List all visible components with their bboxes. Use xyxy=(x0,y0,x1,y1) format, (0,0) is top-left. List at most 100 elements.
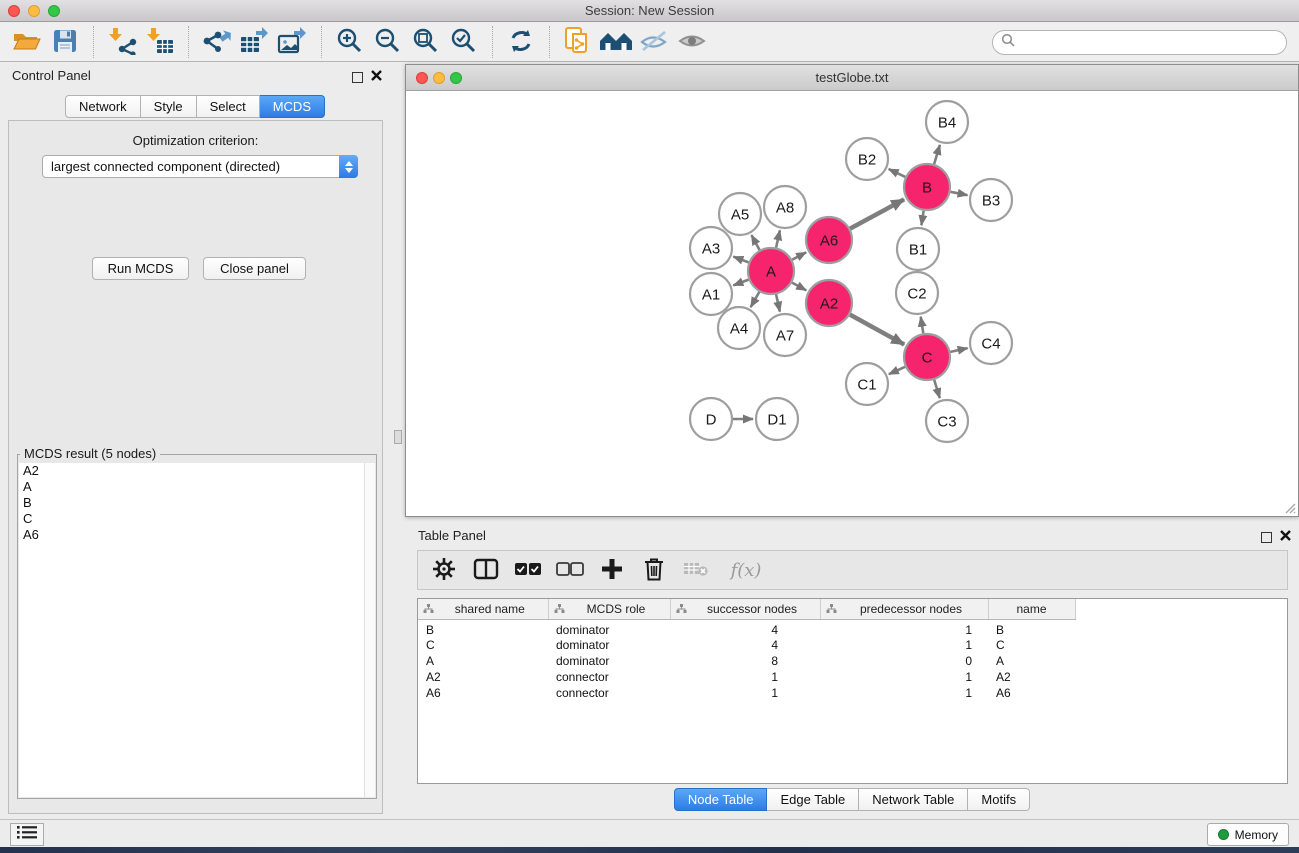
result-list-item[interactable]: A xyxy=(19,479,375,495)
export-network-button[interactable] xyxy=(198,26,236,58)
zoom-fit-button[interactable] xyxy=(407,26,445,58)
run-mcds-button[interactable]: Run MCDS xyxy=(92,257,189,280)
edge-A2-C[interactable] xyxy=(850,315,904,345)
show-graphics-button[interactable] xyxy=(673,26,711,58)
table-row[interactable]: Cdominator41C xyxy=(418,637,1075,653)
table-cell[interactable]: 1 xyxy=(820,669,988,685)
column-header-mcds-role[interactable]: MCDS role xyxy=(548,599,670,619)
import-network-button[interactable] xyxy=(103,26,141,58)
tab-select[interactable]: Select xyxy=(197,95,260,118)
table-cell[interactable]: B xyxy=(988,619,1075,637)
edge-B-B1[interactable] xyxy=(921,211,923,225)
split-divider-handle[interactable] xyxy=(394,430,402,444)
column-header-predecessor-nodes[interactable]: predecessor nodes xyxy=(820,599,988,619)
column-header-name[interactable]: name xyxy=(988,599,1075,619)
close-panel-button[interactable]: Close panel xyxy=(203,257,306,280)
table-cell[interactable]: C xyxy=(418,637,548,653)
table-cell[interactable]: 8 xyxy=(670,653,820,669)
result-list-item[interactable]: A2 xyxy=(19,463,375,479)
deselect-all-button[interactable] xyxy=(556,555,584,585)
float-panel-icon[interactable] xyxy=(1261,532,1272,543)
edge-A-A3[interactable] xyxy=(733,257,748,263)
table-settings-button[interactable] xyxy=(430,555,458,585)
close-panel-icon[interactable] xyxy=(371,68,382,86)
tab-motifs[interactable]: Motifs xyxy=(968,788,1030,811)
edge-A-A4[interactable] xyxy=(751,292,760,307)
table-cell[interactable]: 1 xyxy=(820,637,988,653)
edge-A-A2[interactable] xyxy=(792,283,806,291)
table-cell[interactable]: A2 xyxy=(988,669,1075,685)
edge-B-B2[interactable] xyxy=(889,169,906,177)
tab-node-table[interactable]: Node Table xyxy=(674,788,768,811)
task-history-button[interactable] xyxy=(10,823,44,846)
table-cell[interactable]: C xyxy=(988,637,1075,653)
table-cell[interactable]: A xyxy=(988,653,1075,669)
table-cell[interactable]: 1 xyxy=(670,685,820,701)
edge-A-A5[interactable] xyxy=(752,235,760,250)
resize-grip-icon[interactable] xyxy=(1282,500,1296,514)
tab-style[interactable]: Style xyxy=(141,95,197,118)
edge-C-C2[interactable] xyxy=(921,317,924,334)
table-cell[interactable]: A6 xyxy=(988,685,1075,701)
table-cell[interactable]: connector xyxy=(548,669,670,685)
table-cell[interactable]: A xyxy=(418,653,548,669)
show-columns-button[interactable] xyxy=(472,555,500,585)
network-overview-button[interactable] xyxy=(559,26,597,58)
edge-A-A8[interactable] xyxy=(776,230,780,247)
refresh-button[interactable] xyxy=(502,26,540,58)
tab-edge-table[interactable]: Edge Table xyxy=(767,788,859,811)
list-scrollbar[interactable] xyxy=(364,463,375,797)
tab-network[interactable]: Network xyxy=(65,95,141,118)
table-cell[interactable]: 4 xyxy=(670,637,820,653)
table-cell[interactable]: 0 xyxy=(820,653,988,669)
table-cell[interactable]: connector xyxy=(548,685,670,701)
table-row[interactable]: Bdominator41B xyxy=(418,619,1075,637)
create-column-button[interactable] xyxy=(598,555,626,585)
delete-table-button[interactable] xyxy=(682,555,710,585)
export-image-button[interactable] xyxy=(274,26,312,58)
edge-A-A7[interactable] xyxy=(776,294,780,311)
table-cell[interactable]: A2 xyxy=(418,669,548,685)
network-canvas[interactable]: B4B2BB3A5A8A6B1A3AA1C2A2A4A7C4CC1C3DD1 xyxy=(406,91,1298,516)
edge-A-A1[interactable] xyxy=(733,280,748,286)
save-session-button[interactable] xyxy=(46,26,84,58)
table-cell[interactable]: 4 xyxy=(670,619,820,637)
table-row[interactable]: A2connector11A2 xyxy=(418,669,1075,685)
table-cell[interactable]: dominator xyxy=(548,619,670,637)
open-session-button[interactable] xyxy=(8,26,46,58)
table-cell[interactable]: 1 xyxy=(820,619,988,637)
search-input[interactable] xyxy=(1020,34,1278,51)
edge-B-B3[interactable] xyxy=(951,192,968,195)
delete-column-button[interactable] xyxy=(640,555,668,585)
zoom-in-button[interactable] xyxy=(331,26,369,58)
column-header-shared-name[interactable]: shared name xyxy=(418,599,548,619)
function-builder-button[interactable]: f(x) xyxy=(724,555,768,585)
table-cell[interactable]: dominator xyxy=(548,653,670,669)
edge-C-C3[interactable] xyxy=(934,380,940,398)
zoom-out-button[interactable] xyxy=(369,26,407,58)
table-cell[interactable]: 1 xyxy=(670,669,820,685)
home-view-button[interactable] xyxy=(597,26,635,58)
tab-mcds[interactable]: MCDS xyxy=(260,95,325,118)
edge-C-C1[interactable] xyxy=(889,367,905,374)
result-list-item[interactable]: A6 xyxy=(19,527,375,543)
export-table-button[interactable] xyxy=(236,26,274,58)
close-panel-icon[interactable] xyxy=(1280,528,1291,546)
edge-C-C4[interactable] xyxy=(950,348,967,352)
edge-A6-B[interactable] xyxy=(850,199,904,228)
network-graph[interactable]: B4B2BB3A5A8A6B1A3AA1C2A2A4A7C4CC1C3DD1 xyxy=(406,91,1298,516)
table-row[interactable]: A6connector11A6 xyxy=(418,685,1075,701)
column-header-successor-nodes[interactable]: successor nodes xyxy=(670,599,820,619)
table-cell[interactable]: 1 xyxy=(820,685,988,701)
criterion-select[interactable]: largest connected component (directed) xyxy=(42,155,358,178)
result-list-item[interactable]: C xyxy=(19,511,375,527)
result-list-item[interactable]: B xyxy=(19,495,375,511)
edge-B-B4[interactable] xyxy=(934,145,940,164)
select-all-button[interactable] xyxy=(514,555,542,585)
zoom-selected-button[interactable] xyxy=(445,26,483,58)
hide-graphics-button[interactable] xyxy=(635,26,673,58)
import-table-button[interactable] xyxy=(141,26,179,58)
memory-button[interactable]: Memory xyxy=(1207,823,1289,846)
table-cell[interactable]: dominator xyxy=(548,637,670,653)
table-cell[interactable]: A6 xyxy=(418,685,548,701)
